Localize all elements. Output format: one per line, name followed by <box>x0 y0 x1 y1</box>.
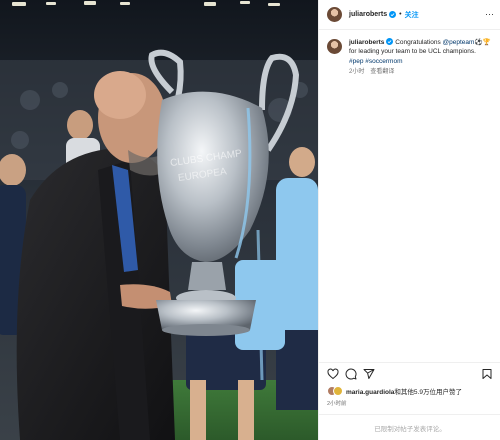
comment-restricted-text: 已限制对帖子发表评论。 <box>374 425 446 433</box>
liker-username[interactable]: maria.guardiola <box>346 389 394 396</box>
hashtag-link[interactable]: #pep <box>349 58 363 65</box>
author-avatar[interactable] <box>327 7 342 22</box>
caption-mention-link[interactable]: @pepteam <box>443 39 475 46</box>
caption-time: 2小时 <box>349 68 365 75</box>
likes-summary[interactable]: maria.guardiola和其他5.9万位用户赞了 <box>327 386 462 396</box>
hashtag-link[interactable]: #soccermom <box>365 58 402 65</box>
verified-badge-icon <box>389 11 397 18</box>
caption-emojis: ⚽🏆 <box>474 39 491 46</box>
caption-meta: 2小时 查看翻译 <box>349 68 499 77</box>
comment-restricted-box: 已限制对帖子发表评论。 <box>319 414 500 440</box>
comment-icon[interactable] <box>345 368 357 380</box>
caption-body: juliaroberts Congratulations @pepteam⚽🏆 … <box>349 38 499 77</box>
post-dialog: CLUBS CHAMP EUROPEA juliaroberts • 关注 ··… <box>0 0 500 440</box>
bookmark-icon[interactable] <box>481 368 493 380</box>
caption-text-after: for leading your team to be UCL champion… <box>349 48 476 56</box>
post-image[interactable]: CLUBS CHAMP EUROPEA <box>0 0 318 440</box>
post-sidebar: juliaroberts • 关注 ··· juliaroberts Congr… <box>318 0 500 440</box>
caption-avatar[interactable] <box>327 39 342 54</box>
likes-text: maria.guardiola和其他5.9万位用户赞了 <box>346 386 462 396</box>
liker-avatars <box>327 386 344 396</box>
heart-icon[interactable] <box>327 368 339 380</box>
follow-button[interactable]: 关注 <box>405 10 419 20</box>
author-username[interactable]: juliaroberts <box>349 11 387 18</box>
liker-avatar <box>333 386 343 396</box>
header-separator: • <box>399 11 402 18</box>
post-header: juliaroberts • 关注 ··· <box>319 0 500 30</box>
paper-plane-icon[interactable] <box>363 368 375 380</box>
caption-text-before: Congratulations <box>393 39 443 46</box>
caption-username[interactable]: juliaroberts <box>349 39 384 46</box>
more-options-icon[interactable]: ··· <box>485 9 494 19</box>
likes-count-text: 和其他5.9万位用户赞了 <box>394 389 462 396</box>
see-translation-link[interactable]: 查看翻译 <box>370 69 394 75</box>
post-time-ago: 2小时前 <box>327 401 347 407</box>
action-bar <box>319 362 500 382</box>
post-caption: juliaroberts Congratulations @pepteam⚽🏆 … <box>327 38 499 77</box>
